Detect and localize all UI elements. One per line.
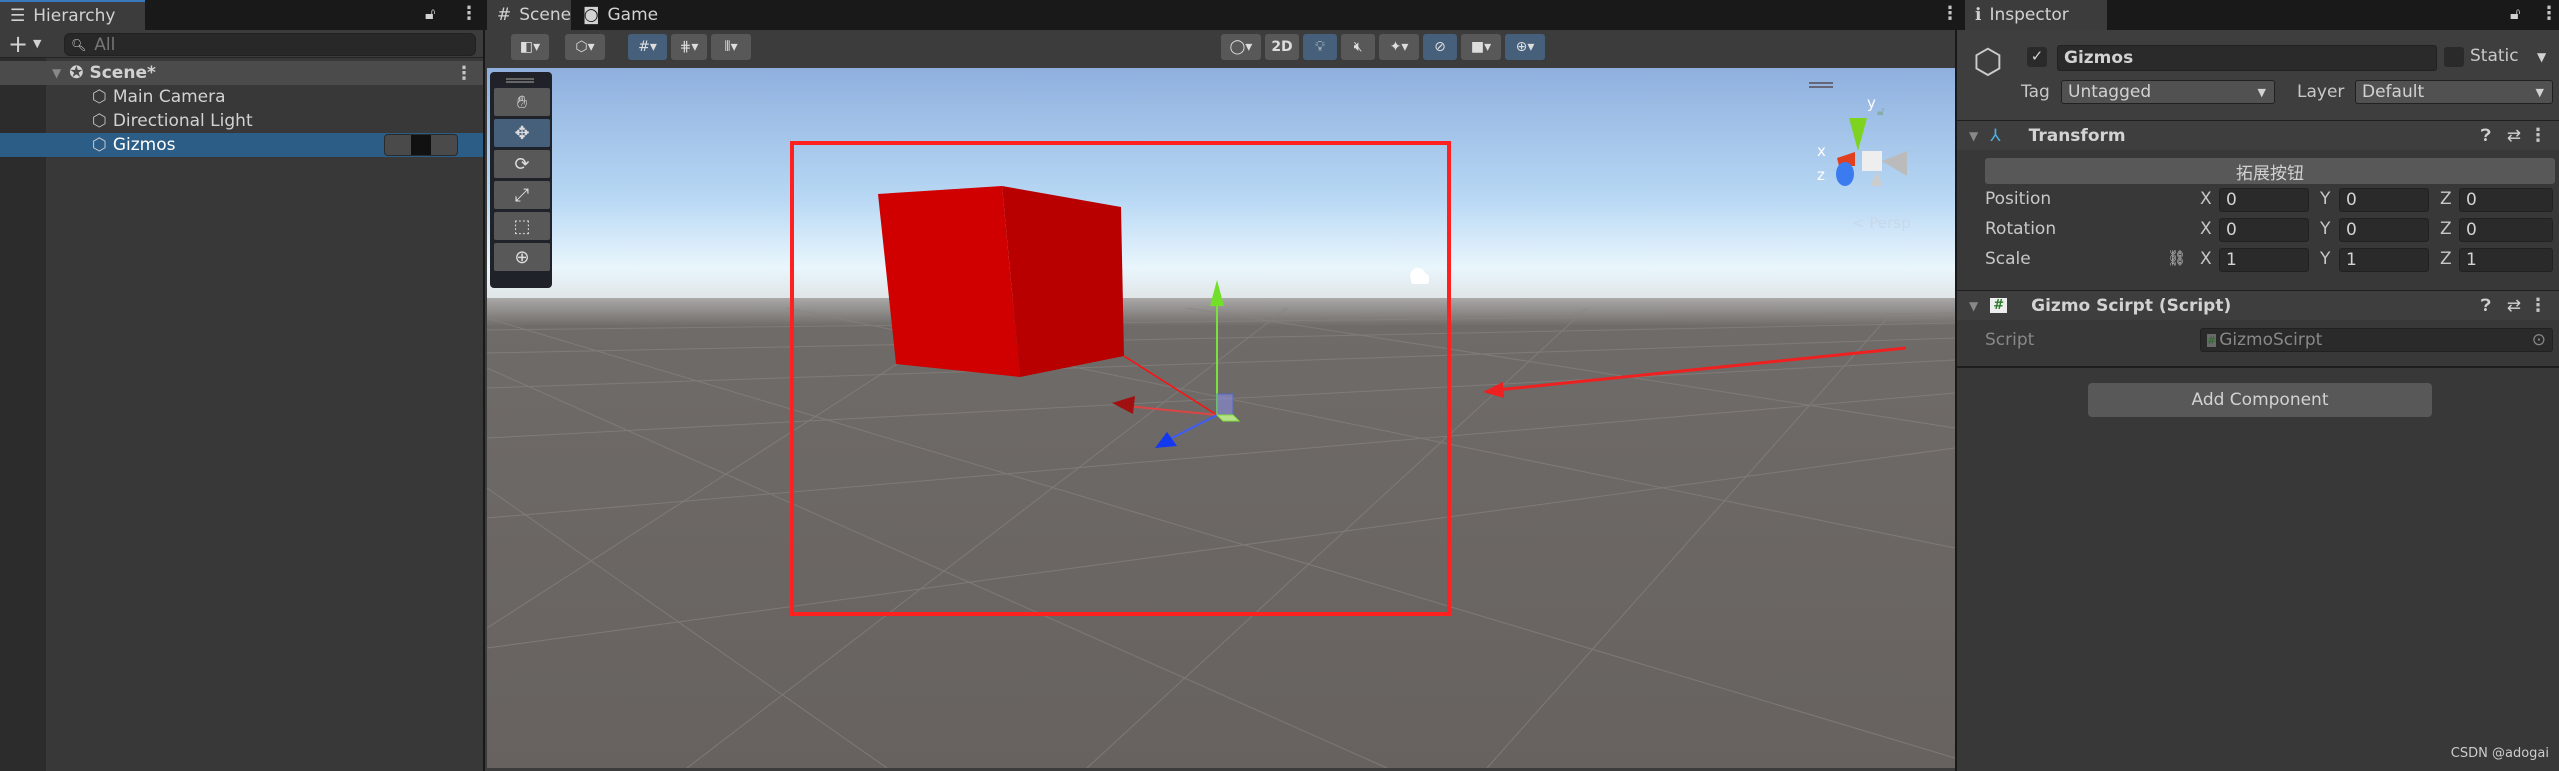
transform-tool-icon[interactable]: ⊕ [494,243,550,271]
rotate-tool-icon[interactable]: ⟳ [494,150,550,178]
hidden-objects-toggle-icon[interactable]: ⊘ [1423,34,1457,60]
scale-y-input[interactable]: 1 [2339,248,2429,272]
object-name-input[interactable]: Gizmos [2057,45,2437,71]
watermark: CSDN @adogai [2450,746,2549,761]
more-options-icon[interactable]: ⋮ [2540,3,2558,24]
script-field[interactable]: # GizmoScirpt ⊙ [2200,328,2553,352]
lock-icon[interactable]: 🔓︎ [1877,104,1885,119]
gizmo-thumbnail-icon [384,134,458,156]
static-checkbox[interactable] [2444,47,2464,67]
list-item[interactable]: ⬡ Directional Light [0,109,483,133]
transform-header[interactable]: ▼ ⅄ Transform ❓︎ ⇄ ⋮ [1957,120,2559,150]
gamepad-icon: ◙ [583,5,600,25]
scene-canvas[interactable] [487,68,1955,768]
inspector-panel: ℹ Inspector 🔓︎ ⋮ ⬡ ✓ Gizmos Static ▼ Tag … [1957,0,2559,771]
position-x-input[interactable]: 0 [2219,188,2309,212]
hierarchy-panel: ☰ Hierarchy 🔓︎ ⋮ + ▼ 🔍︎ All ▼ ✪ Scene* ⋮ … [0,0,483,771]
red-cube-side[interactable] [1002,186,1124,377]
active-checkbox[interactable]: ✓ [2027,47,2047,67]
scale-x-input[interactable]: 1 [2219,248,2309,272]
audio-toggle-icon[interactable]: 🔇︎ [1341,34,1375,60]
add-icon[interactable]: + [8,30,28,58]
script-component-header[interactable]: ▼ # Gizmo Scirpt (Script) ❓︎ ⇄ ⋮ [1957,290,2559,320]
sky [487,68,1955,303]
collapse-arrow-icon[interactable]: ▼ [1969,129,1978,143]
collapse-arrow-icon[interactable]: ▼ [1969,299,1978,313]
list-icon: ☰ [10,6,26,26]
expand-arrow-icon[interactable]: ▼ [52,66,61,80]
grid-snap-button[interactable]: #▾ [628,34,667,60]
ground [487,298,1955,768]
object-picker-icon[interactable]: ⊙ [2532,330,2546,350]
scene-row[interactable]: ▼ ✪ Scene* ⋮ [0,61,483,85]
scale-tool-icon[interactable]: ⤢ [494,181,550,209]
help-icon[interactable]: ❓︎ [2481,126,2491,146]
orientation-gizmo[interactable]: y x z 🔓︎ < Persp [1797,76,1947,236]
position-y-input[interactable]: 0 [2339,188,2429,212]
gameobject-cube-icon: ⬡ [92,111,107,131]
more-options-icon[interactable]: ⋮ [460,3,478,24]
tab-game[interactable]: ◙ Game [573,0,658,30]
component-menu-icon[interactable]: ⋮ [2529,125,2547,146]
scene-viewport[interactable]: ✋︎ ✥ ⟳ ⤢ ⬚ ⊕ y x z 🔓︎ < Persp [487,68,1955,768]
snap-increment-button[interactable]: ⋕▾ [671,34,707,60]
hand-tool-icon[interactable]: ✋︎ [494,88,550,116]
tag-dropdown[interactable]: Untagged ▼ [2061,80,2275,104]
tab-inspector[interactable]: ℹ Inspector [1965,0,2107,30]
gameobject-cube-icon: ⬡ [92,135,107,155]
scale-z-input[interactable]: 1 [2459,248,2553,272]
rect-tool-icon[interactable]: ⬚ [494,212,550,240]
pivot-button[interactable]: ⬡▾ [565,34,605,60]
scene-menu-icon[interactable]: ⋮ [455,63,473,84]
search-icon: 🔍︎ [71,37,87,52]
drag-handle[interactable] [506,78,534,83]
position-z-input[interactable]: 0 [2459,188,2553,212]
grid-settings-button[interactable]: ⦀▾ [711,34,751,60]
info-icon: ℹ [1975,5,1982,25]
extension-button[interactable]: 拓展按钮 [1985,158,2555,184]
tab-scene[interactable]: # Scene [487,0,571,30]
grid-icon: # [497,5,512,25]
csharp-script-icon: # [2207,333,2217,347]
gameobject-icon[interactable]: ⬡ [1973,42,2003,82]
draw-mode-button[interactable]: ◧▾ [511,34,549,60]
effects-toggle-icon[interactable]: ✦▾ [1379,34,1419,60]
help-icon[interactable]: ❓︎ [2481,296,2491,316]
layer-dropdown[interactable]: Default ▼ [2355,80,2553,104]
camera-settings-icon[interactable]: ■▾ [1461,34,1501,60]
toggle-2d-button[interactable]: 2D [1265,34,1299,60]
rotation-y-input[interactable]: 0 [2339,218,2429,242]
scene-panel: # Scene ◙ Game ⋮ ◧▾ ⬡▾ #▾ ⋕▾ ⦀▾ ◯▾ 2D 💡︎ 🔇… [485,0,1959,771]
lock-icon[interactable]: 🔓︎ [2510,4,2520,24]
component-menu-icon[interactable]: ⋮ [2529,295,2547,316]
unity-scene-icon: ✪ [69,63,84,83]
gizmos-toggle-icon[interactable]: ⊕▾ [1505,34,1545,60]
chevron-down-icon[interactable]: ▼ [33,37,41,50]
lock-icon[interactable]: 🔓︎ [425,4,435,24]
list-item[interactable]: ⬡ Main Camera [0,85,483,109]
render-mode-button[interactable]: ◯▾ [1221,34,1261,60]
presets-icon[interactable]: ⇄ [2507,126,2521,146]
rotation-x-input[interactable]: 0 [2219,218,2309,242]
tools-overlay: ✋︎ ✥ ⟳ ⤢ ⬚ ⊕ [490,72,552,288]
gameobject-cube-icon: ⬡ [92,87,107,107]
csharp-script-icon: # [1990,298,2008,313]
tab-hierarchy[interactable]: ☰ Hierarchy [0,0,145,30]
lighting-toggle-icon[interactable]: 💡︎ [1303,34,1337,60]
red-cube-front[interactable] [878,186,1020,377]
projection-label[interactable]: < Persp [1852,214,1911,232]
rotation-z-input[interactable]: 0 [2459,218,2553,242]
list-item-selected[interactable]: ⬡ Gizmos [0,133,483,157]
presets-icon[interactable]: ⇄ [2507,296,2521,316]
search-input[interactable]: 🔍︎ All [64,33,476,56]
static-dropdown-icon[interactable]: ▼ [2537,50,2546,64]
add-component-button[interactable]: Add Component [2088,383,2432,417]
move-tool-icon[interactable]: ✥ [494,119,550,147]
transform-icon: ⅄ [1990,125,2001,146]
constrain-proportions-icon[interactable]: ⛓ [2167,249,2186,267]
